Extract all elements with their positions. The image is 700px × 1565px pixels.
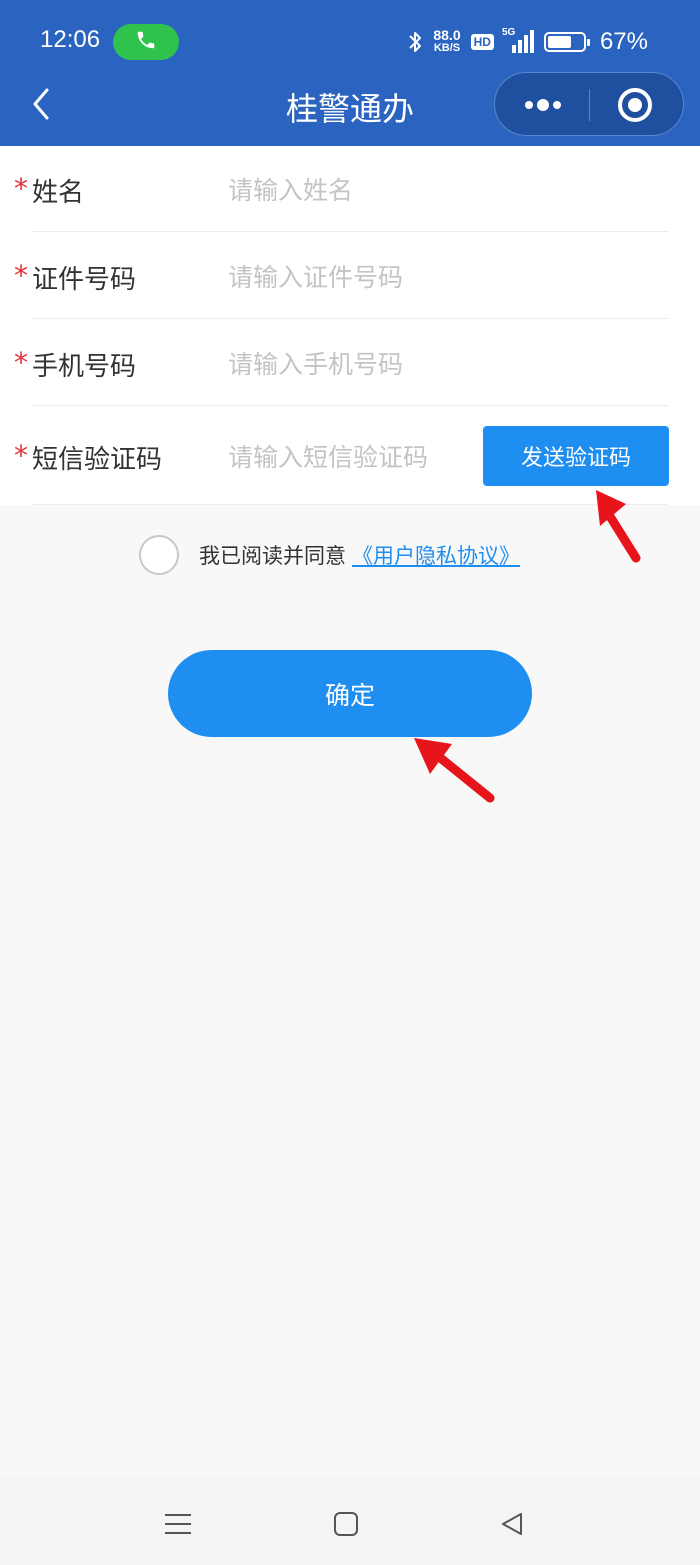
row-divider (32, 231, 668, 232)
sms-code-input[interactable] (228, 439, 468, 475)
name-label: 姓名 (32, 178, 85, 208)
required-mark: * (14, 439, 28, 472)
ongoing-call-indicator[interactable] (113, 24, 179, 60)
phone-label: 手机号码 (32, 352, 137, 382)
menu-icon[interactable] (158, 1504, 198, 1544)
close-miniprogram-icon[interactable] (615, 85, 655, 125)
home-icon[interactable] (326, 1504, 366, 1544)
confirm-button[interactable]: 确定 (168, 650, 532, 737)
row-divider (32, 405, 668, 406)
sms-code-label: 短信验证码 (32, 445, 163, 475)
battery-percent: 67% (599, 28, 648, 55)
network-speed-value: 88.0 (433, 27, 461, 43)
required-mark: * (14, 259, 28, 292)
battery-icon (543, 32, 590, 52)
battery-fill (547, 36, 571, 48)
id-number-input[interactable] (228, 259, 648, 295)
signal-label: 5G (501, 27, 516, 38)
hd-badge: HD (470, 34, 494, 50)
back-triangle-icon[interactable] (492, 1504, 532, 1544)
phone-icon (135, 29, 157, 55)
capsule-divider (589, 89, 590, 121)
name-input[interactable] (228, 172, 648, 208)
agreement-checkbox[interactable] (139, 535, 179, 575)
status-icons: 88.0 KB/S HD 5G 67% (407, 24, 648, 60)
more-icon[interactable] (515, 87, 571, 123)
identity-form: * 姓名 * 证件号码 * 手机号码 * 短信验证码 发送验证码 (0, 146, 700, 505)
miniprogram-capsule (494, 72, 684, 136)
required-mark: * (14, 346, 28, 379)
network-speed: 88.0 KB/S (433, 27, 461, 55)
network-speed-unit: KB/S (433, 42, 461, 54)
bluetooth-icon (407, 29, 423, 55)
status-time: 12:06 (40, 26, 101, 53)
id-number-label: 证件号码 (32, 265, 137, 295)
system-nav-bar (0, 1478, 700, 1565)
annotation-arrow-icon (596, 490, 641, 563)
annotation-arrow-icon (414, 738, 495, 803)
agreement: 我已阅读并同意 《用户隐私协议》 (139, 535, 520, 575)
app-header: 12:06 88.0 KB/S HD 5G 67% 桂警通办 (0, 0, 700, 146)
send-code-button[interactable]: 发送验证码 (483, 426, 669, 486)
phone-input[interactable] (228, 346, 648, 382)
required-mark: * (14, 172, 28, 205)
row-divider (32, 504, 668, 505)
privacy-agreement-link[interactable]: 《用户隐私协议》 (352, 540, 520, 570)
agreement-text: 我已阅读并同意 (199, 544, 346, 568)
row-divider (32, 318, 668, 319)
signal-icon: 5G (501, 27, 534, 55)
